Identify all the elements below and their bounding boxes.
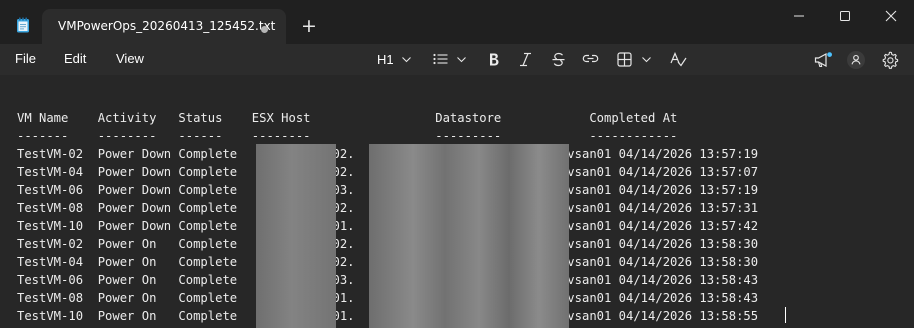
- redacted-host-block: [256, 144, 336, 328]
- list-dropdown[interactable]: [433, 49, 467, 71]
- spellcheck-button[interactable]: [670, 49, 688, 71]
- announcement-button[interactable]: [813, 49, 833, 71]
- maximize-button[interactable]: [822, 0, 868, 32]
- table-dropdown[interactable]: [617, 49, 653, 71]
- maximize-icon: [840, 11, 850, 21]
- list-icon: [433, 53, 448, 65]
- close-icon: [885, 10, 897, 22]
- announcement-icon: [814, 52, 832, 68]
- close-button[interactable]: [868, 0, 914, 32]
- heading-chevron-icon: [402, 57, 411, 63]
- table-icon: [617, 52, 632, 67]
- table-chevron-icon: [642, 57, 651, 63]
- gear-icon: [882, 51, 899, 69]
- menu-view[interactable]: View: [116, 51, 144, 66]
- menu-file[interactable]: File: [15, 51, 36, 66]
- heading-dropdown[interactable]: H1: [377, 49, 413, 71]
- list-chevron-icon: [457, 57, 466, 63]
- unsaved-dot-icon[interactable]: [261, 26, 268, 33]
- text-cursor: [785, 307, 786, 323]
- title-bar: VMPowerOps_20260413_125452.txt +: [0, 0, 914, 44]
- menu-bar: File Edit View H1: [0, 44, 914, 75]
- bold-icon: [490, 53, 499, 66]
- new-tab-button[interactable]: +: [298, 15, 320, 37]
- header-line: VM Name Activity Status ESX Host Datasto…: [17, 111, 678, 125]
- minimize-icon: [794, 15, 804, 17]
- account-button[interactable]: [846, 49, 866, 71]
- strikethrough-icon: [552, 52, 565, 67]
- link-button[interactable]: [582, 49, 600, 71]
- minimize-button[interactable]: [776, 0, 822, 32]
- settings-button[interactable]: [880, 49, 900, 71]
- tab-document[interactable]: VMPowerOps_20260413_125452.txt: [42, 9, 286, 44]
- account-icon: [847, 51, 865, 69]
- menu-edit[interactable]: Edit: [64, 51, 86, 66]
- link-icon: [582, 54, 599, 63]
- redacted-datastore-block: [369, 144, 569, 328]
- italic-icon: [520, 52, 531, 67]
- separator-line: ------- -------- ------ -------- -------…: [17, 129, 678, 143]
- heading-label: H1: [377, 52, 394, 67]
- notepad-icon: [16, 17, 30, 33]
- spellcheck-icon: [670, 52, 687, 67]
- notepad-window: VMPowerOps_20260413_125452.txt + File Ed…: [0, 0, 914, 328]
- strikethrough-button[interactable]: [551, 49, 567, 71]
- bold-button[interactable]: [487, 49, 503, 71]
- italic-button[interactable]: [518, 49, 534, 71]
- tab-title: VMPowerOps_20260413_125452.txt: [58, 19, 276, 33]
